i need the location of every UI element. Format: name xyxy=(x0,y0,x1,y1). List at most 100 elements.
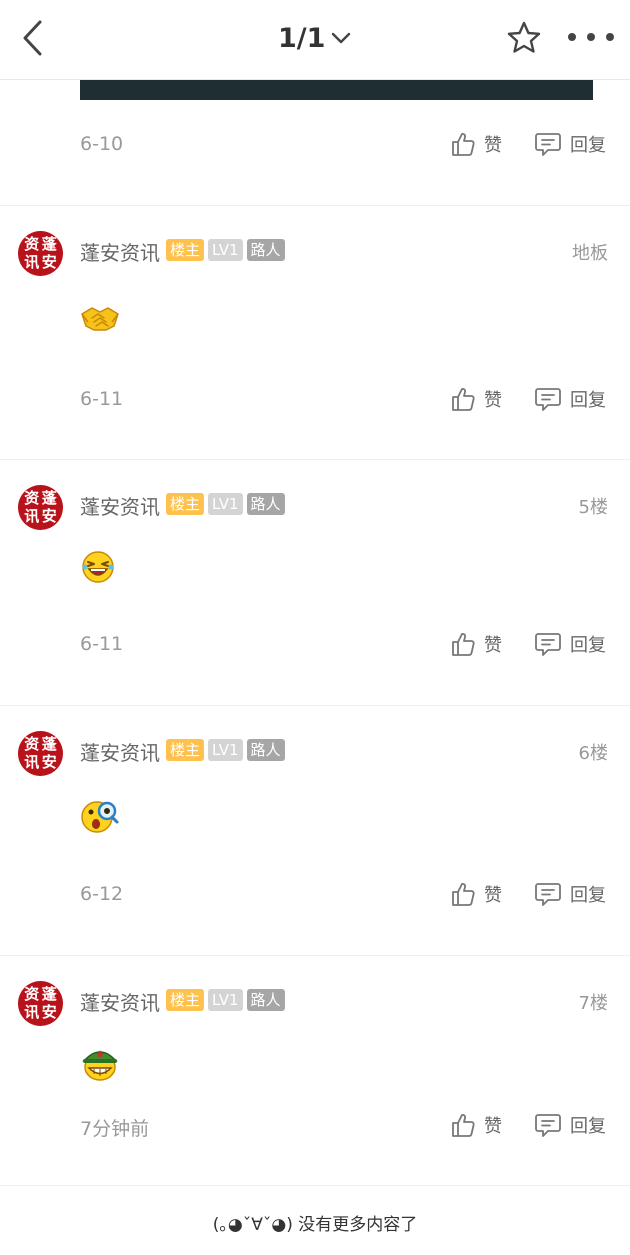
avatar-char: 资 xyxy=(24,735,40,754)
soldier-grin-emoji xyxy=(80,1045,120,1085)
reply-button[interactable]: 回复 xyxy=(534,382,606,416)
thumbs-up-icon xyxy=(452,1114,475,1137)
host-badge: 楼主 xyxy=(166,239,205,261)
avatar-char: 安 xyxy=(41,1002,57,1021)
handshake-emoji xyxy=(80,300,120,340)
divider xyxy=(0,1185,630,1186)
level-badge: LV1 xyxy=(208,989,243,1011)
reply-button[interactable]: 回复 xyxy=(534,627,606,661)
reply-date: 6-10 xyxy=(80,133,124,155)
level-badge: LV1 xyxy=(208,493,243,515)
reply-label: 回复 xyxy=(570,1116,606,1137)
more-horizontal-icon xyxy=(568,33,576,41)
like-button[interactable]: 赞 xyxy=(450,1108,502,1142)
author-name[interactable]: 蓬安资讯 xyxy=(80,491,160,520)
reply-date: 6-11 xyxy=(80,633,124,655)
reply-button[interactable]: 回复 xyxy=(534,877,606,911)
reply-button[interactable]: 回复 xyxy=(534,127,606,161)
role-badge: 路人 xyxy=(246,239,285,261)
reply-date: 6-11 xyxy=(80,388,124,410)
more-dot xyxy=(587,33,595,41)
like-button[interactable]: 赞 xyxy=(450,877,502,911)
floor-label: 地板 xyxy=(572,243,608,264)
thumbs-up-icon xyxy=(452,133,475,156)
avatar-char: 安 xyxy=(41,506,57,525)
avatar-char: 蓬 xyxy=(41,735,57,754)
reply-post: 资 蓬 讯 安 蓬安资讯 楼主 LV1 路人 5楼 6-11 赞 回复 xyxy=(0,459,630,709)
comment-icon xyxy=(535,1114,561,1137)
comment-icon xyxy=(535,133,561,156)
avatar[interactable]: 资 蓬 讯 安 xyxy=(18,731,63,776)
chevron-left-icon xyxy=(23,20,42,56)
avatar-char: 讯 xyxy=(24,506,40,525)
like-label: 赞 xyxy=(484,390,502,411)
floor-label: 5楼 xyxy=(578,497,608,518)
author-name[interactable]: 蓬安资讯 xyxy=(80,737,160,766)
role-badge: 路人 xyxy=(246,739,285,761)
thumbs-up-icon xyxy=(452,388,475,411)
comment-icon xyxy=(535,633,561,656)
reply-action-row: 6-12 赞 回复 xyxy=(0,875,630,915)
floor-label: 6楼 xyxy=(578,743,608,764)
laughing-emoji xyxy=(80,549,120,589)
like-label: 赞 xyxy=(484,635,502,656)
avatar[interactable]: 资 蓬 讯 安 xyxy=(18,231,63,276)
role-badge: 路人 xyxy=(246,989,285,1011)
badge-group: 楼主 LV1 路人 xyxy=(166,493,285,515)
top-nav-bar: 1/1 xyxy=(0,0,630,80)
reply-post: 资 蓬 讯 安 蓬安资讯 楼主 LV1 路人 6楼 6-12 赞 回复 xyxy=(0,705,630,955)
avatar-char: 讯 xyxy=(24,1002,40,1021)
avatar-char: 安 xyxy=(41,752,57,771)
avatar-char: 蓬 xyxy=(41,235,57,254)
like-label: 赞 xyxy=(484,1116,502,1137)
like-button[interactable]: 赞 xyxy=(450,382,502,416)
reply-date: 7分钟前 xyxy=(80,1118,150,1140)
host-badge: 楼主 xyxy=(166,989,205,1011)
chevron-down-icon xyxy=(332,32,351,44)
reply-date: 6-12 xyxy=(80,883,124,905)
comment-icon xyxy=(535,883,561,906)
reply-button[interactable]: 回复 xyxy=(534,1108,606,1142)
thumbs-up-icon xyxy=(452,883,475,906)
magnifier-surprised-emoji xyxy=(80,797,120,837)
like-label: 赞 xyxy=(484,885,502,906)
reply-image[interactable] xyxy=(80,80,593,100)
level-badge: LV1 xyxy=(208,739,243,761)
page-indicator-text: 1/1 xyxy=(278,22,326,54)
no-more-content-text: (｡◕ˇ∀ˇ◕) 没有更多内容了 xyxy=(212,1215,418,1235)
like-button[interactable]: 赞 xyxy=(450,627,502,661)
reply-action-row: 6-11 赞 回复 xyxy=(0,380,630,420)
author-name[interactable]: 蓬安资讯 xyxy=(80,237,160,266)
avatar-char: 蓬 xyxy=(41,489,57,508)
avatar-char: 资 xyxy=(24,235,40,254)
author-name[interactable]: 蓬安资讯 xyxy=(80,987,160,1016)
avatar-char: 资 xyxy=(24,985,40,1004)
like-label: 赞 xyxy=(484,135,502,156)
more-dot xyxy=(606,33,614,41)
reply-action-row: 7分钟前 赞 回复 xyxy=(0,1106,630,1146)
floor-label: 7楼 xyxy=(578,993,608,1014)
like-button[interactable]: 赞 xyxy=(450,127,502,161)
badge-group: 楼主 LV1 路人 xyxy=(166,739,285,761)
reply-post: 资 蓬 讯 安 蓬安资讯 楼主 LV1 路人 7楼 7分钟前 赞 回复 xyxy=(0,955,630,1205)
more-options-button[interactable] xyxy=(568,22,614,52)
host-badge: 楼主 xyxy=(166,739,205,761)
favorite-button[interactable] xyxy=(504,18,544,58)
thumbs-up-icon xyxy=(452,633,475,656)
avatar-char: 讯 xyxy=(24,252,40,271)
reply-label: 回复 xyxy=(570,390,606,411)
avatar-char: 讯 xyxy=(24,752,40,771)
reply-label: 回复 xyxy=(570,635,606,656)
page-indicator-dropdown[interactable]: 1/1 xyxy=(278,18,351,58)
reply-post: 资 蓬 讯 安 蓬安资讯 楼主 LV1 路人 地板 6-11 赞 回复 xyxy=(0,205,630,455)
comment-icon xyxy=(535,388,561,411)
level-badge: LV1 xyxy=(208,239,243,261)
badge-group: 楼主 LV1 路人 xyxy=(166,239,285,261)
back-button[interactable] xyxy=(14,18,50,58)
avatar-char: 安 xyxy=(41,252,57,271)
avatar-char: 蓬 xyxy=(41,985,57,1004)
avatar[interactable]: 资 蓬 讯 安 xyxy=(18,485,63,530)
badge-group: 楼主 LV1 路人 xyxy=(166,989,285,1011)
avatar[interactable]: 资 蓬 讯 安 xyxy=(18,981,63,1026)
host-badge: 楼主 xyxy=(166,493,205,515)
